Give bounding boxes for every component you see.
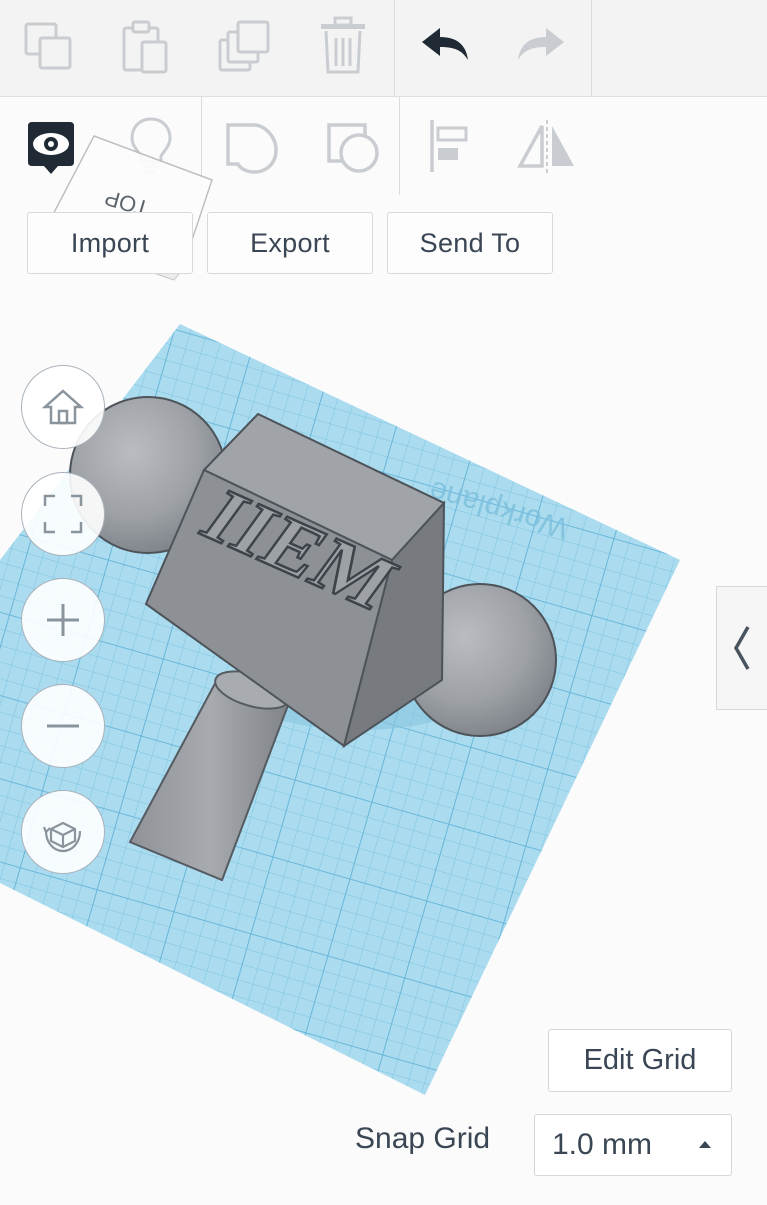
chevron-left-icon	[733, 626, 750, 670]
minus-icon	[47, 724, 79, 728]
undo-icon[interactable]	[418, 26, 472, 66]
home-icon	[41, 389, 85, 425]
paste-icon[interactable]	[118, 18, 172, 76]
edit-grid-button[interactable]: Edit Grid	[548, 1029, 732, 1092]
copy-icon[interactable]	[22, 20, 76, 74]
send-to-button[interactable]: Send To	[387, 212, 553, 274]
perspective-toggle-button[interactable]	[21, 790, 105, 874]
export-button[interactable]: Export	[207, 212, 373, 274]
side-panel-toggle[interactable]	[716, 586, 767, 710]
align-icon[interactable]	[426, 116, 472, 176]
trash-icon[interactable]	[318, 16, 368, 76]
edit-toolbar	[0, 0, 767, 97]
zoom-in-button[interactable]	[21, 578, 105, 662]
snap-grid-select[interactable]: 1.0 mm	[534, 1114, 732, 1176]
import-button[interactable]: Import	[27, 212, 193, 274]
cube-view-icon	[42, 821, 82, 853]
mirror-icon[interactable]	[514, 118, 580, 176]
fit-view-button[interactable]	[21, 472, 105, 556]
snap-grid-value: 1.0 mm	[552, 1128, 653, 1161]
fit-view-icon	[43, 494, 83, 534]
plus-icon	[47, 604, 79, 636]
ungroup-shapes-icon[interactable]	[324, 120, 384, 176]
home-view-button[interactable]	[21, 365, 105, 449]
caret-up-icon	[699, 1141, 711, 1148]
group-shapes-icon[interactable]	[222, 120, 282, 176]
redo-icon[interactable]	[514, 26, 568, 66]
zoom-out-button[interactable]	[21, 684, 105, 768]
snap-grid-label: Snap Grid	[355, 1122, 491, 1155]
duplicate-icon[interactable]	[216, 18, 274, 76]
